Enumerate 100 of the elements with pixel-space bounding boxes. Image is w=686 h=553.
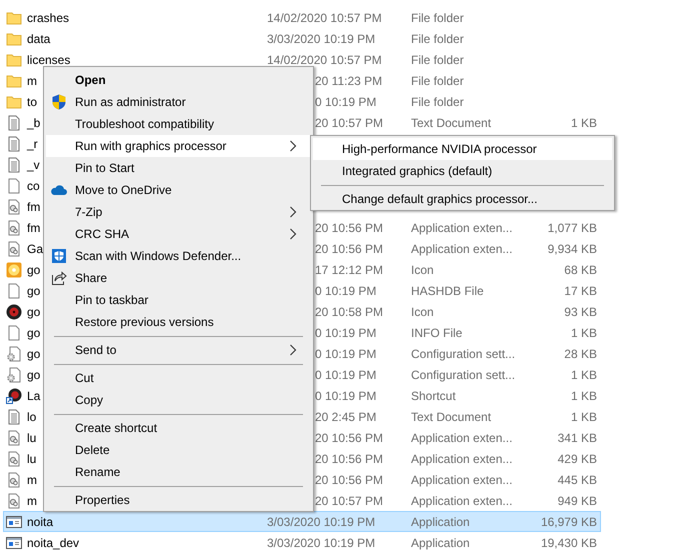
menu-item[interactable]: Run with graphics processor (46, 135, 311, 157)
menu-item[interactable]: Restore previous versions (46, 311, 311, 333)
gear-page-icon (6, 430, 22, 446)
document-icon (6, 408, 22, 424)
menu-item[interactable]: Troubleshoot compatibility (46, 113, 311, 135)
file-size: 1 KB (570, 116, 597, 130)
menu-item[interactable]: Move to OneDrive (46, 179, 311, 201)
file-name: go (27, 304, 40, 318)
menu-item[interactable]: Run as administrator (46, 91, 311, 113)
menu-item[interactable]: Open (46, 69, 311, 91)
shield-icon (51, 248, 67, 264)
file-type: Configuration sett... (411, 368, 516, 382)
menu-item[interactable]: Rename (46, 461, 311, 483)
share-icon (51, 270, 67, 286)
chevron-icon (289, 206, 297, 218)
file-name: _b (27, 116, 40, 130)
menu-item[interactable]: Share (46, 267, 311, 289)
file-name: lo (27, 410, 36, 424)
file-type: Application (411, 536, 470, 550)
file-name: crashes (27, 10, 70, 24)
menu-item[interactable]: Change default graphics processor... (313, 188, 612, 210)
menu-item[interactable]: Integrated graphics (default) (313, 160, 612, 182)
date-modified: 3/03/2020 10:19 PM (267, 514, 376, 528)
file-name: lu (27, 430, 36, 444)
document-icon (6, 156, 22, 172)
file-size: 68 KB (564, 262, 597, 276)
gear-page-icon (6, 240, 22, 256)
file-size: 9,934 KB (548, 242, 597, 256)
menu-item[interactable]: Properties (46, 489, 311, 511)
file-name: fm (27, 200, 40, 214)
menu-item[interactable]: CRC SHA (46, 223, 311, 245)
file-name: _v (27, 158, 40, 172)
file-size: 19,430 KB (540, 536, 597, 550)
disc-icon (6, 262, 22, 278)
menu-item[interactable]: Pin to Start (46, 157, 311, 179)
file-size: 445 KB (558, 472, 597, 486)
date-modified: 14/02/2020 10:57 PM (267, 10, 382, 24)
chevron-icon (289, 228, 297, 240)
date-modified: 0 10:19 PM (315, 388, 376, 402)
file-size: 1 KB (570, 326, 597, 340)
gear-page-icon (6, 492, 22, 508)
shortcut-icon (6, 388, 22, 404)
folder-icon (6, 10, 22, 26)
file-type: Application exten... (411, 242, 512, 256)
date-modified: 20 10:57 PM (315, 116, 384, 130)
date-modified: 0 10:19 PM (315, 326, 376, 340)
file-name: Ga (27, 242, 44, 256)
menu-item[interactable]: High-performance NVIDIA processor (313, 138, 612, 160)
file-size: 1 KB (570, 410, 597, 424)
file-type: Application exten... (411, 452, 512, 466)
file-name: go (27, 346, 40, 360)
file-name: fm (27, 220, 40, 234)
menu-item[interactable]: 7-Zip (46, 201, 311, 223)
menu-item[interactable]: Cut (46, 367, 311, 389)
date-modified: 20 10:56 PM (315, 242, 384, 256)
file-row[interactable]: noita 3/03/2020 10:19 PM Application 16,979 KB (3, 511, 601, 532)
date-modified: 3/03/2020 10:19 PM (267, 32, 376, 46)
gear-page-icon (6, 450, 22, 466)
file-name: lu (27, 452, 36, 466)
file-type: Text Document (411, 116, 492, 130)
file-type: Application (411, 514, 470, 528)
menu-item[interactable]: Scan with Windows Defender... (46, 245, 311, 267)
gear-page-icon (6, 366, 22, 382)
gear-page-icon (6, 346, 22, 362)
file-size: 93 KB (564, 304, 597, 318)
menu-item[interactable]: Send to (46, 339, 311, 361)
gear-page-icon (6, 472, 22, 488)
date-modified: 20 10:56 PM (315, 472, 384, 486)
file-type: HASHDB File (411, 284, 484, 298)
menu-item[interactable]: Copy (46, 389, 311, 411)
file-type: File folder (411, 32, 464, 46)
file-name: licenses (27, 52, 70, 66)
file-size: 17 KB (564, 284, 597, 298)
file-name: go (27, 326, 40, 340)
date-modified: 17 12:12 PM (315, 262, 384, 276)
menu-item[interactable]: Pin to taskbar (46, 289, 311, 311)
menu-item[interactable]: Delete (46, 439, 311, 461)
file-type: Application exten... (411, 472, 512, 486)
file-type: Icon (411, 304, 434, 318)
chevron-icon (289, 344, 297, 356)
file-type: Configuration sett... (411, 346, 516, 360)
document-icon (6, 136, 22, 152)
file-type: Application exten... (411, 430, 512, 444)
file-name: co (27, 178, 40, 192)
file-type: Shortcut (411, 388, 456, 402)
date-modified: 0 10:19 PM (315, 94, 376, 108)
date-modified: 0 10:19 PM (315, 368, 376, 382)
file-name: data (27, 32, 50, 46)
app-window-icon (6, 514, 22, 530)
file-size: 341 KB (558, 430, 597, 444)
date-modified: 20 10:57 PM (315, 494, 384, 508)
file-name: m (27, 74, 37, 88)
menu-item[interactable]: Create shortcut (46, 417, 311, 439)
date-modified: 14/02/2020 10:57 PM (267, 52, 382, 66)
file-name: La (27, 388, 40, 402)
file-type: File folder (411, 10, 464, 24)
file-name: noita (27, 514, 54, 528)
folder-icon (6, 52, 22, 68)
chevron-icon (289, 140, 297, 152)
folder-icon (6, 72, 22, 88)
